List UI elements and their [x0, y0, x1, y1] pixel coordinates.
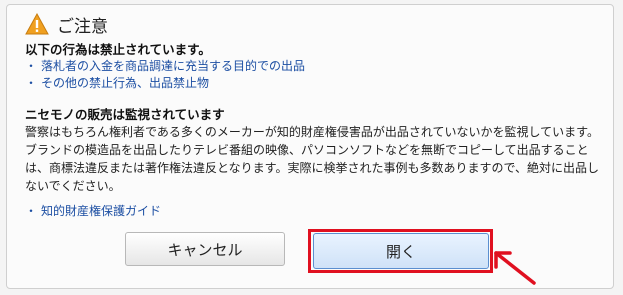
ip-guide-link[interactable]: ・知的財産権保護ガイド [25, 203, 605, 220]
prohibited-link-procurement[interactable]: ・落札者の入金を商品調達に充当する目的での出品 [25, 58, 605, 75]
counterfeit-section: ニセモノの販売は監視されています 警察はもちろん権利者である多くのメーカーが知的… [25, 106, 605, 220]
counterfeit-heading: ニセモノの販売は監視されています [25, 107, 225, 122]
dialog-title: ご注意 [57, 16, 108, 37]
open-button-highlight [308, 229, 493, 273]
prohibited-section: 以下の行為は禁止されています。 ・落札者の入金を商品調達に充当する目的での出品 … [25, 41, 605, 92]
counterfeit-body: 警察はもちろん権利者である多くのメーカーが知的財産権侵害品が出品されていないかを… [25, 125, 599, 193]
cancel-button[interactable]: キャンセル [125, 232, 285, 266]
warning-icon [25, 12, 49, 35]
dialog-title-row: ご注意 [25, 12, 108, 37]
prohibited-link-other[interactable]: ・その他の禁止行為、出品禁止物 [25, 75, 605, 92]
pointer-arrow-icon [494, 251, 536, 285]
prohibited-heading: 以下の行為は禁止されています。 [25, 42, 211, 57]
